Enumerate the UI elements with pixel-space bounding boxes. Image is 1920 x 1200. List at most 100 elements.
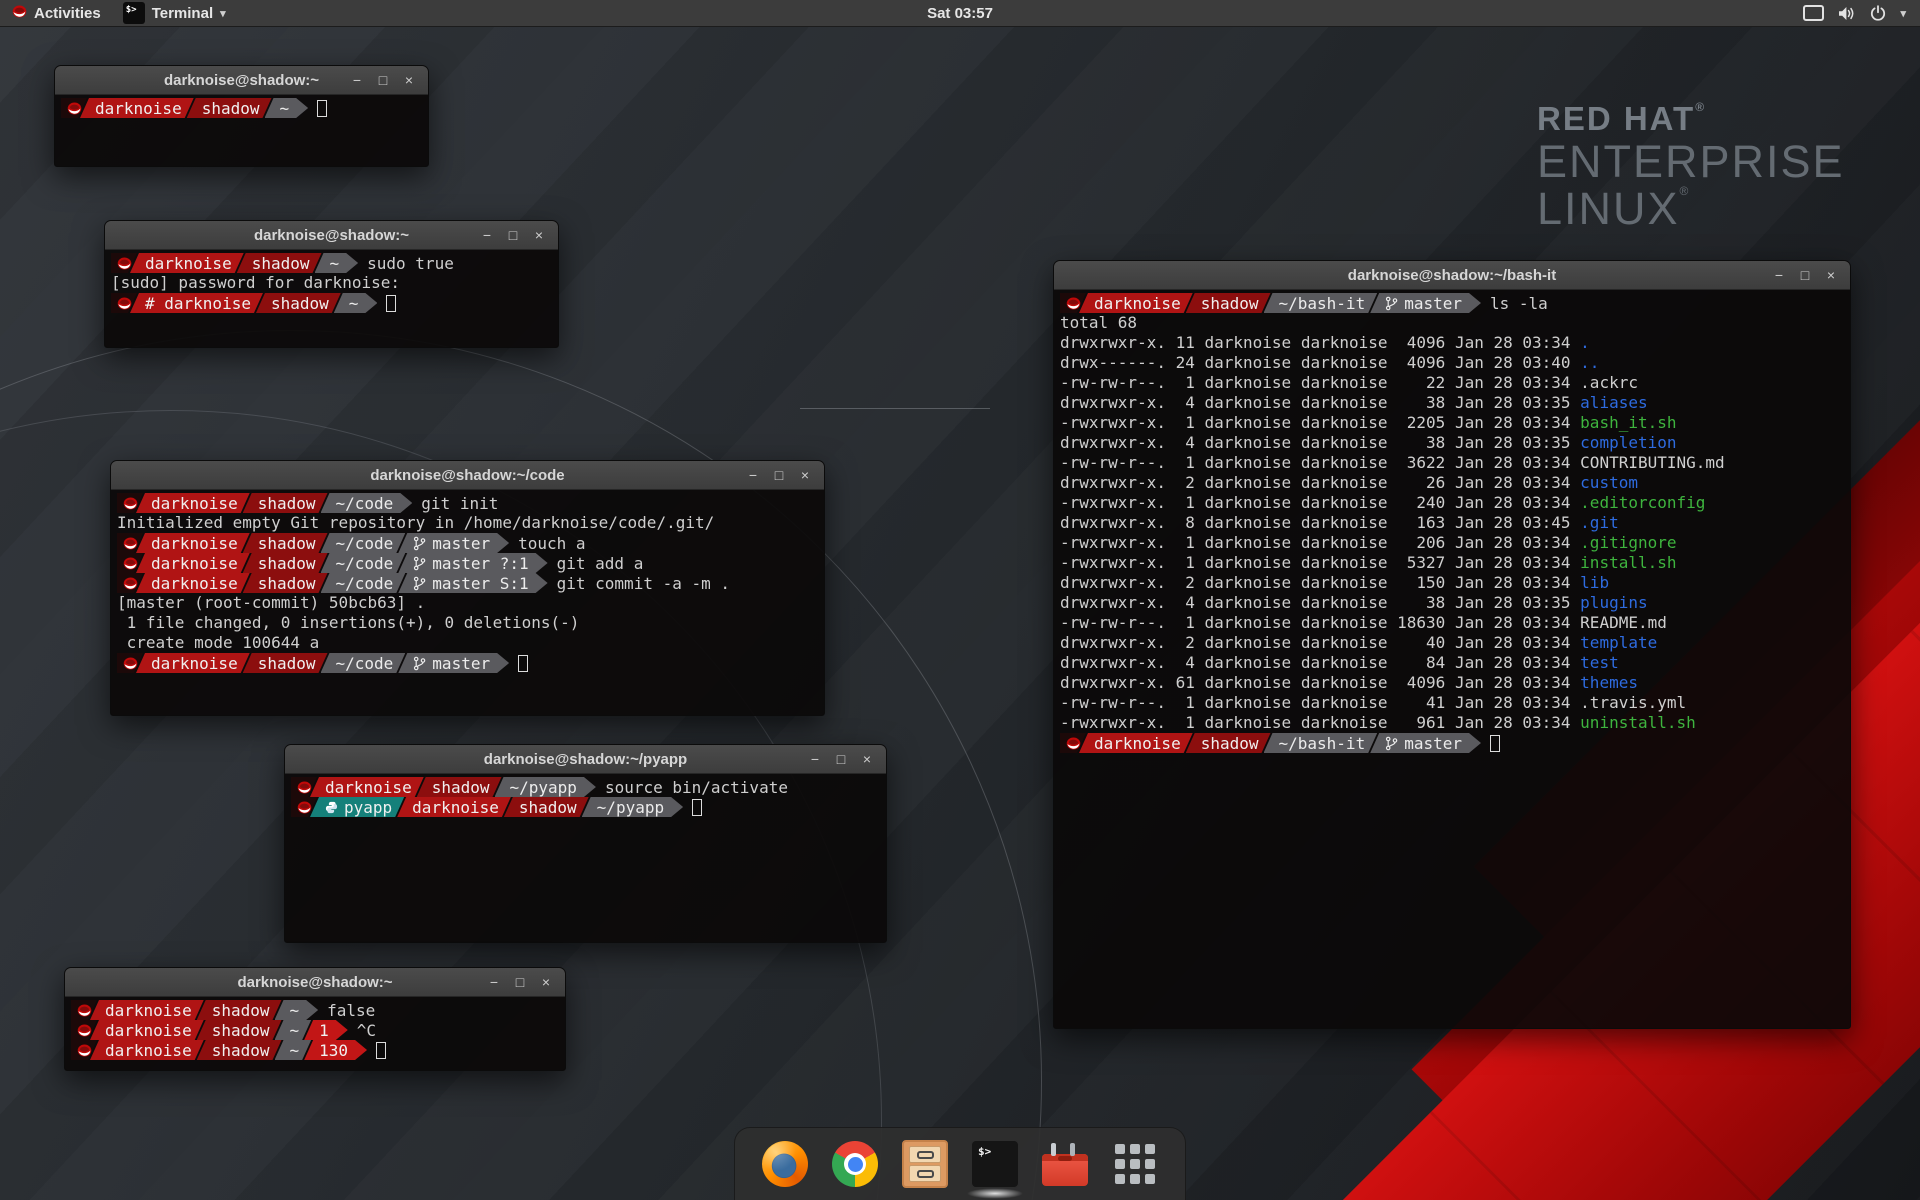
prompt-segment-host: shadow bbox=[243, 533, 328, 553]
file-name: .git bbox=[1580, 513, 1619, 532]
window-titlebar[interactable]: darknoise@shadow:~/bash-it−□× bbox=[1054, 261, 1850, 290]
close-button[interactable]: × bbox=[860, 745, 874, 773]
prompt-segment-path: master bbox=[1370, 733, 1481, 753]
file-name: uninstall.sh bbox=[1580, 713, 1696, 732]
file-name: bash_it.sh bbox=[1580, 413, 1676, 432]
terminal-window-pyapp[interactable]: darknoise@shadow:~/pyapp−□×darknoiseshad… bbox=[284, 744, 887, 943]
dock-item-toolbox[interactable] bbox=[1041, 1140, 1089, 1188]
file-name: CONTRIBUTING.md bbox=[1580, 453, 1725, 472]
drawer bbox=[909, 1146, 941, 1163]
prompt-segment-path: ~/pyapp bbox=[582, 797, 683, 817]
prompt-segment-host: shadow bbox=[237, 253, 322, 273]
dock-item-files[interactable] bbox=[901, 1140, 949, 1188]
prompt-segment-path: master bbox=[398, 653, 509, 673]
terminal-content[interactable]: darknoiseshadow~sudo true[sudo] password… bbox=[105, 250, 558, 347]
app-menu-terminal[interactable]: $> Terminal ▾ bbox=[113, 0, 236, 26]
prompt-segment-host: shadow bbox=[197, 1000, 282, 1020]
maximize-button[interactable]: □ bbox=[376, 66, 390, 94]
file-name: completion bbox=[1580, 433, 1676, 452]
minimize-button[interactable]: − bbox=[746, 461, 760, 489]
wrench bbox=[1051, 1143, 1056, 1156]
command-text: false bbox=[327, 1001, 375, 1020]
terminal-window-sudo[interactable]: darknoise@shadow:~−□×darknoiseshadow~sud… bbox=[104, 220, 559, 348]
prompt-segment-user: darknoise bbox=[80, 98, 194, 118]
file-meta: drwxrwxr-x. 2 darknoise darknoise 150 Ja… bbox=[1060, 573, 1580, 592]
maximize-button[interactable]: □ bbox=[834, 745, 848, 773]
window-titlebar[interactable]: darknoise@shadow:~−□× bbox=[105, 221, 558, 250]
activities-label: Activities bbox=[34, 5, 101, 22]
close-button[interactable]: × bbox=[532, 221, 546, 249]
terminal-cursor bbox=[376, 1042, 386, 1059]
maximize-button[interactable]: □ bbox=[506, 221, 520, 249]
window-titlebar[interactable]: darknoise@shadow:~/code−□ × bbox=[111, 461, 824, 490]
window-controls: −□ × bbox=[350, 66, 428, 94]
terminal-content[interactable]: darknoiseshadow~/bash-itmasterls -latota… bbox=[1054, 290, 1850, 1028]
prompt-segment-host: shadow bbox=[243, 553, 328, 573]
dock-item-chrome[interactable] bbox=[831, 1140, 879, 1188]
maximize-button[interactable]: □ bbox=[513, 968, 527, 996]
file-name: custom bbox=[1580, 473, 1638, 492]
drawer-handle bbox=[917, 1151, 934, 1159]
prompt-segment-user: darknoise bbox=[1079, 733, 1193, 753]
terminal-content[interactable]: darknoiseshadow~/codegit initInitialized… bbox=[111, 490, 824, 715]
file-row: drwxrwxr-x. 2 darknoise darknoise 150 Ja… bbox=[1060, 573, 1850, 593]
volume-icon[interactable] bbox=[1838, 6, 1856, 21]
dock-item-terminal[interactable]: $> bbox=[971, 1140, 1019, 1188]
terminal-window-bash-it[interactable]: darknoise@shadow:~/bash-it−□×darknoisesh… bbox=[1053, 260, 1851, 1029]
prompt-segment-path: master bbox=[1370, 293, 1481, 313]
clock[interactable]: Sat 03:57 bbox=[927, 5, 993, 22]
terminal-window-code[interactable]: darknoise@shadow:~/code−□×darknoiseshado… bbox=[110, 460, 825, 716]
file-meta: drwxrwxr-x. 8 darknoise darknoise 163 Ja… bbox=[1060, 513, 1580, 532]
display-icon[interactable] bbox=[1803, 5, 1824, 21]
command-text: sudo true bbox=[367, 254, 454, 273]
dock-item-app-grid[interactable] bbox=[1111, 1140, 1159, 1188]
terminal-content[interactable]: darknoiseshadow~falsedarknoiseshadow~1^C… bbox=[65, 997, 565, 1070]
terminal-window-home-1[interactable]: darknoise@shadow:~−□×darknoiseshadow~ bbox=[54, 65, 429, 167]
file-name: install.sh bbox=[1580, 553, 1676, 572]
prompt-segment-host: shadow bbox=[1186, 293, 1271, 313]
window-titlebar[interactable]: darknoise@shadow:~−□× bbox=[65, 968, 565, 997]
file-row: -rwxrwxr-x. 1 darknoise darknoise 206 Ja… bbox=[1060, 533, 1850, 553]
grid-dot bbox=[1115, 1174, 1125, 1184]
firefox-icon bbox=[762, 1141, 808, 1187]
window-title: darknoise@shadow:~/code bbox=[111, 467, 824, 484]
close-button[interactable]: × bbox=[1824, 261, 1838, 289]
grid-dot bbox=[1145, 1144, 1155, 1154]
output-line: Initialized empty Git repository in /hom… bbox=[117, 513, 824, 533]
maximize-button[interactable]: □ bbox=[772, 461, 786, 489]
terminal-cursor bbox=[386, 295, 396, 312]
minimize-button[interactable]: − bbox=[487, 968, 501, 996]
prompt-segment-user: darknoise bbox=[136, 493, 250, 513]
python-icon bbox=[325, 801, 338, 814]
chevron-down-icon[interactable]: ▾ bbox=[1900, 7, 1906, 20]
file-meta: drwx------. 24 darknoise darknoise 4096 … bbox=[1060, 353, 1580, 372]
close-button[interactable]: × bbox=[798, 461, 812, 489]
activities-button[interactable]: Activities bbox=[0, 0, 113, 26]
terminal-content[interactable]: darknoiseshadow~/pyappsource bin/activat… bbox=[285, 774, 886, 942]
prompt-segment-path: ~/bash-it bbox=[1264, 733, 1378, 753]
prompt-line: darknoiseshadow~/codegit init bbox=[117, 493, 824, 513]
maximize-button[interactable]: □ bbox=[1798, 261, 1812, 289]
dock-item-firefox[interactable] bbox=[761, 1140, 809, 1188]
minimize-button[interactable]: − bbox=[480, 221, 494, 249]
close-button[interactable]: × bbox=[539, 968, 553, 996]
close-button[interactable]: × bbox=[402, 66, 416, 94]
redhat-logo-icon bbox=[12, 5, 27, 22]
power-icon[interactable] bbox=[1870, 5, 1886, 21]
file-row: -rwxrwxr-x. 1 darknoise darknoise 5327 J… bbox=[1060, 553, 1850, 573]
window-titlebar[interactable]: darknoise@shadow:~/pyapp−□× bbox=[285, 745, 886, 774]
prompt-segment-host: shadow bbox=[256, 293, 341, 313]
prompt-line: # darknoiseshadow~ bbox=[111, 293, 558, 313]
terminal-app-icon: $> bbox=[123, 2, 145, 24]
terminal-window-home-2[interactable]: darknoise@shadow:~−□×darknoiseshadow~fal… bbox=[64, 967, 566, 1071]
prompt-segment-exit: 1 bbox=[304, 1020, 348, 1040]
prompt-segment-host: shadow bbox=[197, 1040, 282, 1060]
window-titlebar[interactable]: darknoise@shadow:~−□× bbox=[55, 66, 428, 95]
file-row: drwxrwxr-x. 4 darknoise darknoise 84 Jan… bbox=[1060, 653, 1850, 673]
prompt-segment-user: darknoise bbox=[90, 1000, 204, 1020]
minimize-button[interactable]: − bbox=[350, 66, 364, 94]
prompt-line: darknoiseshadow~1^C bbox=[71, 1020, 565, 1040]
minimize-button[interactable]: − bbox=[808, 745, 822, 773]
minimize-button[interactable]: − bbox=[1772, 261, 1786, 289]
terminal-content[interactable]: darknoiseshadow~ bbox=[55, 95, 428, 166]
